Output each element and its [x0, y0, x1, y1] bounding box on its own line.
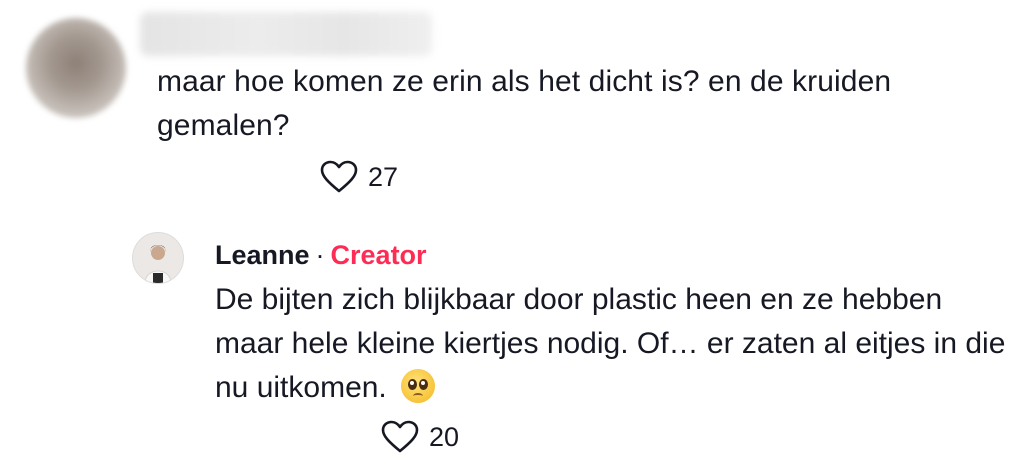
- commenter-avatar[interactable]: [26, 18, 126, 118]
- comment-like-button[interactable]: 27: [320, 160, 398, 194]
- reply-author-name[interactable]: Leanne: [215, 240, 310, 270]
- separator: ·: [315, 240, 325, 270]
- heart-outline-icon: [320, 160, 358, 193]
- reply-text: De bijten zich blijkbaar door plastic he…: [215, 283, 1006, 404]
- creator-badge: Creator: [330, 240, 427, 270]
- avatar-photo: [133, 233, 183, 283]
- reply-header: Leanne · Creator: [215, 238, 427, 272]
- commenter-name-redacted[interactable]: [140, 12, 432, 56]
- comment-text: maar hoe komen ze erin als het dicht is?…: [157, 65, 892, 142]
- heart-outline-icon: [381, 420, 419, 453]
- reply-like-count: 20: [429, 421, 460, 452]
- reply-avatar[interactable]: [132, 232, 184, 284]
- pleading-face-emoji-icon: [401, 369, 436, 403]
- comment-like-count: 27: [368, 161, 399, 192]
- reply-like-button[interactable]: 20: [381, 420, 459, 454]
- reply-text-block: De bijten zich blijkbaar door plastic he…: [215, 278, 1015, 410]
